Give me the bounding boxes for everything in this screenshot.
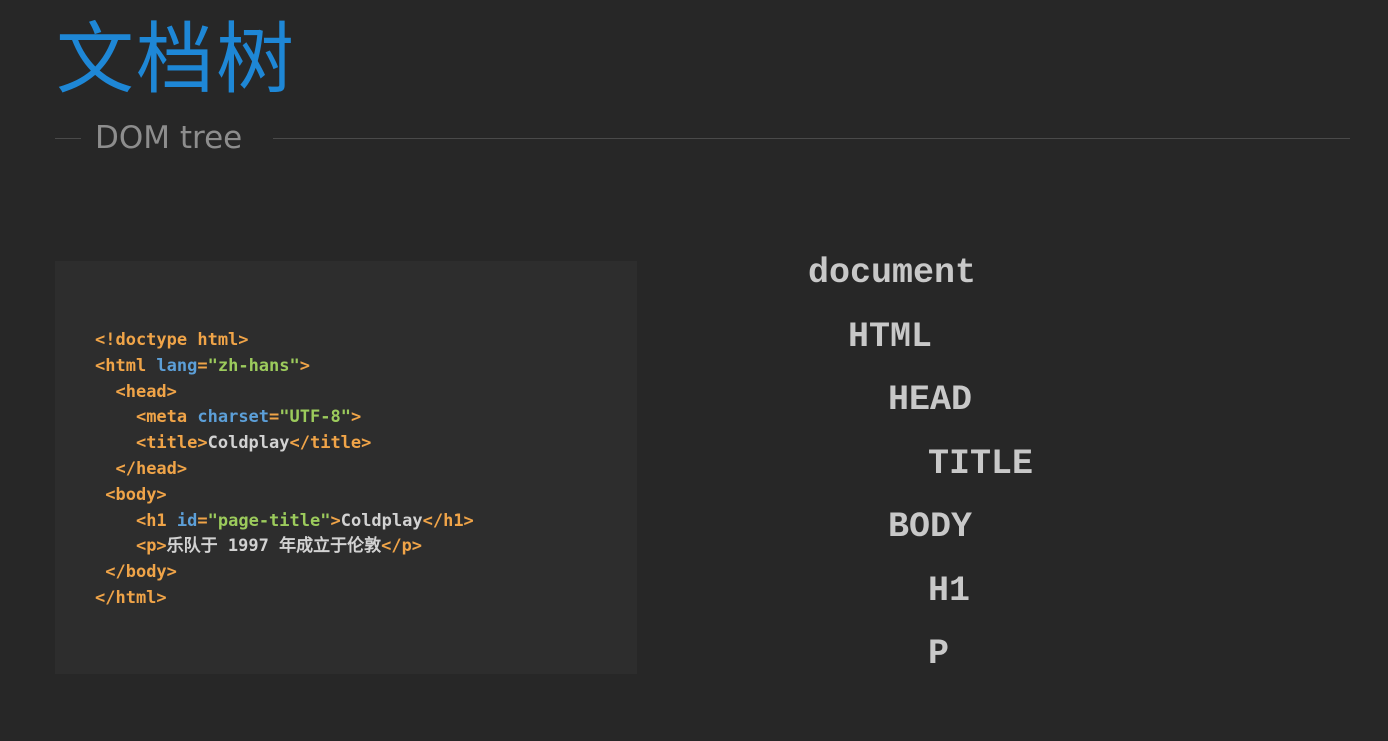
code-token: id (176, 510, 198, 531)
page-subtitle: DOM tree (95, 120, 243, 156)
code-line: <body> (95, 483, 474, 509)
code-token: charset (197, 407, 270, 428)
code-line: <p>乐队于 1997 年成立于伦敦</p> (95, 534, 474, 560)
code-token: </h1> (422, 510, 474, 531)
tree-node-html: HTML (848, 316, 933, 357)
code-line: <!doctype html> (95, 328, 474, 354)
code-token: <meta (135, 407, 198, 428)
code-token: </body> (105, 562, 177, 583)
code-token: <html (95, 355, 157, 376)
code-token: <title> (135, 433, 208, 454)
code-panel: <!doctype html> <html lang="zh-hans"> <he… (55, 261, 637, 674)
tree-node-document: document (808, 253, 977, 293)
code-block: <!doctype html> <html lang="zh-hans"> <he… (95, 328, 474, 612)
code-line: <html lang="zh-hans"> (95, 354, 474, 380)
code-token: <head> (115, 381, 177, 402)
code-line: <title>Coldplay</title> (95, 431, 474, 457)
code-token: </title> (289, 433, 372, 454)
code-token: </head> (115, 458, 188, 479)
code-token: Coldplay (340, 510, 423, 531)
code-token: > (299, 355, 310, 376)
code-token: lang (156, 355, 198, 376)
code-token: "page-title" (207, 510, 331, 531)
code-line: <head> (95, 380, 474, 406)
code-token: "UTF-8" (279, 407, 351, 428)
code-line: </head> (95, 457, 474, 483)
code-token: 乐队于 1997 年成立于伦敦 (166, 536, 382, 557)
code-line: </html> (95, 586, 474, 612)
code-token: <h1 (135, 510, 177, 531)
code-line: <h1 id="page-title">Coldplay</h1> (95, 509, 474, 535)
code-token: <body> (105, 484, 167, 505)
code-token: > (330, 510, 341, 531)
code-token: </html> (95, 587, 167, 608)
tree-node-title: TITLE (928, 443, 1034, 484)
subtitle-divider-left (55, 138, 81, 139)
tree-node-h1: H1 (928, 570, 971, 611)
code-token: </p> (381, 536, 423, 557)
code-token: <p> (135, 536, 167, 557)
tree-node-p: P (928, 634, 950, 674)
code-token: = (197, 510, 208, 531)
code-token: <!doctype html> (95, 330, 249, 350)
code-line: </body> (95, 560, 474, 586)
subtitle-divider-right (273, 138, 1350, 139)
code-token: = (269, 407, 280, 428)
tree-node-head: HEAD (888, 380, 973, 420)
page-title: 文档树 (56, 15, 297, 105)
tree-node-body: BODY (888, 507, 973, 547)
code-token: > (350, 407, 362, 428)
slide: 文档树 DOM tree <!doctype html> <html lang="… (0, 0, 1388, 741)
code-token: "zh-hans" (207, 355, 300, 376)
code-token: Coldplay (207, 433, 290, 454)
code-line: <meta charset="UTF-8"> (95, 405, 474, 431)
code-token: = (197, 355, 208, 376)
